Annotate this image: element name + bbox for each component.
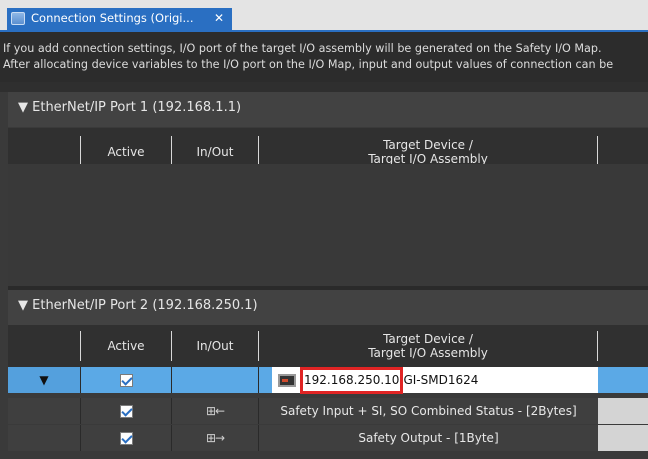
active-checkbox[interactable] — [119, 431, 133, 445]
target-assembly: Safety Input + SI, SO Combined Status - … — [280, 404, 577, 418]
row-extra-cell[interactable] — [598, 398, 648, 424]
column-header-target-line1: Target Device / — [383, 137, 473, 152]
grid-line — [258, 367, 259, 393]
port2-column-headers: Active In/Out Target Device / Target I/O… — [8, 325, 648, 367]
active-checkbox[interactable] — [119, 373, 133, 387]
input-arrow-icon: ⊞← — [205, 404, 225, 418]
spacer — [0, 82, 648, 92]
column-header-target: Target Device / Target I/O Assembly — [259, 325, 597, 367]
table-row-device[interactable]: ▼ 192.168.250.10 GI-SMD1624 — [8, 367, 648, 394]
port1-empty-table — [8, 164, 648, 286]
port1-header-label: ▼ EtherNet/IP Port 1 (192.168.1.1) — [18, 100, 242, 115]
column-header-target-line2: Target I/O Assembly — [368, 346, 488, 360]
tab-bar: Connection Settings (Origi... ✕ — [0, 0, 648, 30]
column-separator — [597, 136, 598, 166]
port2-header[interactable]: ▼ EtherNet/IP Port 2 (192.168.250.1) — [8, 290, 648, 325]
active-checkbox-cell — [81, 367, 171, 393]
column-separator — [597, 331, 598, 361]
column-header-active: Active — [107, 339, 145, 353]
device-icon — [278, 373, 296, 387]
target-device-name: GI-SMD1624 — [403, 373, 479, 387]
info-message-line-2: After allocating device variables to the… — [3, 58, 614, 71]
connection-settings-icon — [11, 12, 25, 25]
row-expander-icon[interactable]: ▼ — [8, 367, 80, 393]
ip-highlight-box — [300, 367, 403, 394]
port1-header[interactable]: ▼ EtherNet/IP Port 1 (192.168.1.1) — [8, 92, 648, 127]
active-checkbox[interactable] — [119, 404, 133, 418]
info-message-line-1: If you add connection settings, I/O port… — [3, 42, 602, 55]
info-message: If you add connection settings, I/O port… — [0, 30, 648, 82]
output-arrow-icon: ⊞→ — [205, 431, 225, 445]
column-header-target-line1: Target Device / — [383, 332, 473, 346]
active-checkbox-cell — [81, 425, 171, 451]
row-extra-cell[interactable] — [598, 425, 648, 451]
inout-cell — [172, 367, 258, 393]
table-row[interactable]: ⊞→ Safety Output - [1Byte] — [8, 425, 648, 451]
target-assembly: Safety Output - [1Byte] — [358, 431, 499, 445]
active-checkbox-cell — [81, 398, 171, 424]
table-row[interactable]: ⊞← Safety Input + SI, SO Combined Status… — [8, 398, 648, 424]
column-header-inout: In/Out — [196, 339, 234, 353]
tab-connection-settings[interactable]: Connection Settings (Origi... ✕ — [7, 8, 232, 30]
port2-header-label: ▼ EtherNet/IP Port 2 (192.168.250.1) — [18, 298, 258, 313]
close-icon[interactable]: ✕ — [214, 11, 224, 25]
tab-title: Connection Settings (Origi... — [31, 11, 194, 25]
